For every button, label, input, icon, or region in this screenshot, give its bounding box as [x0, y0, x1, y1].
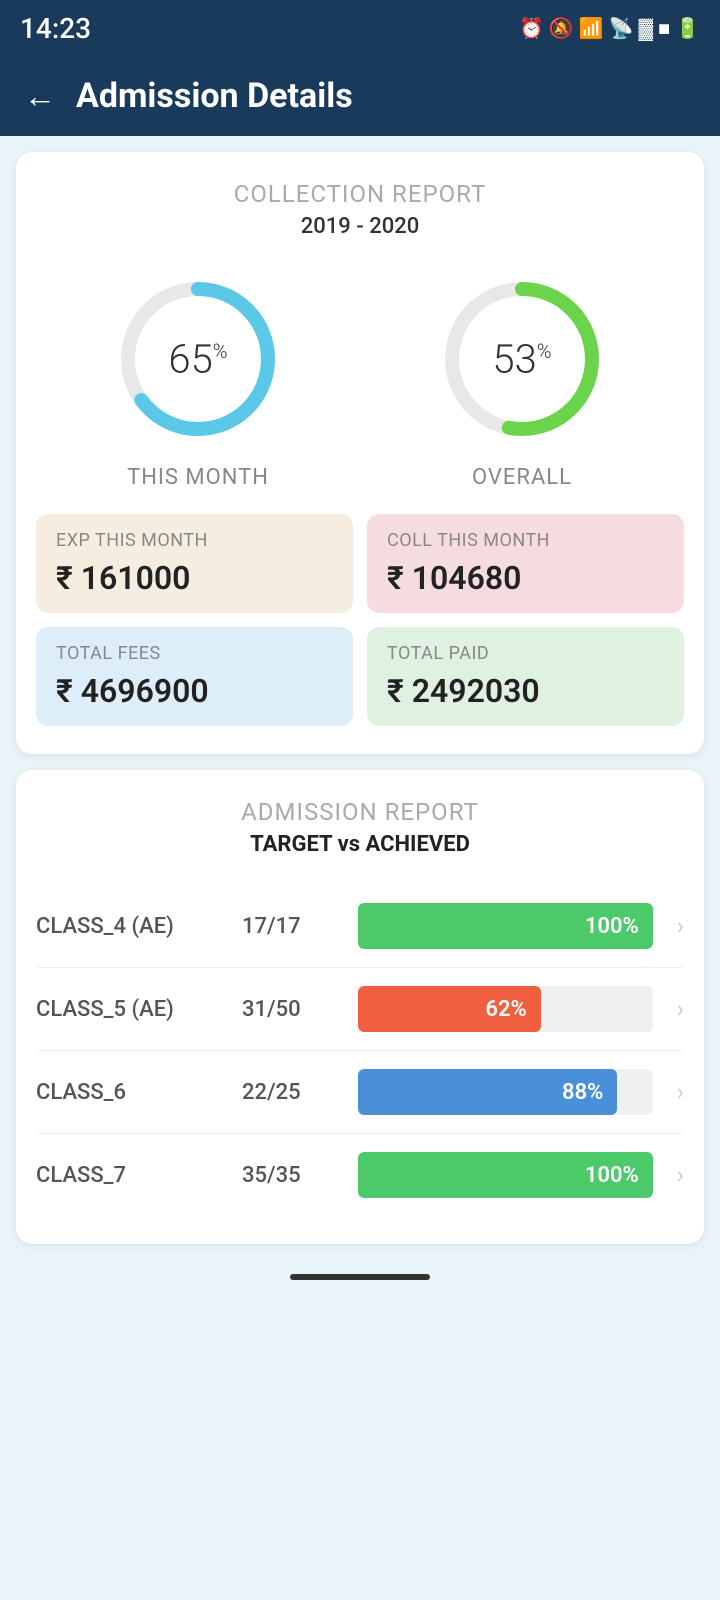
overall-percent-label: 53% [492, 336, 551, 383]
class4-chevron-icon: › [677, 912, 684, 940]
admission-row-class4[interactable]: CLASS_4 (AE) 17/17 100% › [36, 885, 684, 968]
admission-row-class6[interactable]: CLASS_6 22/25 88% › [36, 1051, 684, 1134]
this-month-label: THIS MONTH [127, 465, 269, 490]
stats-grid: EXP THIS MONTH ₹ 161000 COLL THIS MONTH … [36, 514, 684, 726]
class7-bar-container: 100% [358, 1152, 653, 1198]
stat-exp-this-month: EXP THIS MONTH ₹ 161000 [36, 514, 353, 613]
stat-exp-label: EXP THIS MONTH [56, 530, 333, 551]
class6-count: 22/25 [242, 1080, 342, 1105]
class7-pct: 100% [585, 1163, 639, 1188]
class4-label: CLASS_4 (AE) [36, 914, 226, 939]
stat-coll-label: COLL THIS MONTH [387, 530, 664, 551]
this-month-donut: 65% [108, 269, 288, 449]
status-time: 14:23 [20, 12, 91, 45]
admission-report-title: ADMISSION REPORT [36, 798, 684, 826]
admission-row-class5[interactable]: CLASS_5 (AE) 31/50 62% › [36, 968, 684, 1051]
overall-label: OVERALL [472, 465, 572, 490]
back-button[interactable]: ← [24, 77, 56, 115]
class4-count: 17/17 [242, 914, 342, 939]
class4-bar: 100% [358, 903, 653, 949]
stat-total-paid: TOTAL PAID ₹ 2492030 [367, 627, 684, 726]
this-month-chart: 65% THIS MONTH [108, 269, 288, 490]
stat-fees-label: TOTAL FEES [56, 643, 333, 664]
class5-label: CLASS_5 (AE) [36, 997, 226, 1022]
class6-bar: 88% [358, 1069, 617, 1115]
charts-row: 65% THIS MONTH 53% OVERALL [36, 269, 684, 490]
class4-pct: 100% [585, 914, 639, 939]
class6-pct: 88% [562, 1080, 603, 1105]
class5-bar-container: 62% [358, 986, 653, 1032]
stat-paid-value: ₹ 2492030 [387, 672, 664, 710]
class6-bar-container: 88% [358, 1069, 653, 1115]
stat-total-fees: TOTAL FEES ₹ 4696900 [36, 627, 353, 726]
page-title: Admission Details [76, 76, 353, 116]
overall-donut: 53% [432, 269, 612, 449]
admission-report-card: ADMISSION REPORT TARGET vs ACHIEVED CLAS… [16, 770, 704, 1244]
class4-bar-container: 100% [358, 903, 653, 949]
overall-chart: 53% OVERALL [432, 269, 612, 490]
class5-pct: 62% [485, 997, 526, 1022]
status-bar: 14:23 ⏰ 🔕 📶 📡 ▓ ■ 🔋 [0, 0, 720, 56]
admission-report-subtitle: TARGET vs ACHIEVED [36, 832, 684, 857]
collection-report-year: 2019 - 2020 [36, 214, 684, 239]
class6-label: CLASS_6 [36, 1080, 226, 1105]
class7-chevron-icon: › [677, 1161, 684, 1189]
class7-label: CLASS_7 [36, 1163, 226, 1188]
collection-report-title: COLLECTION REPORT [36, 180, 684, 208]
class6-chevron-icon: › [677, 1078, 684, 1106]
stat-paid-label: TOTAL PAID [387, 643, 664, 664]
home-indicator [0, 1260, 720, 1294]
main-content: COLLECTION REPORT 2019 - 2020 65% TH [0, 152, 720, 1244]
stat-coll-value: ₹ 104680 [387, 559, 664, 597]
admission-row-class7[interactable]: CLASS_7 35/35 100% › [36, 1134, 684, 1216]
class7-bar: 100% [358, 1152, 653, 1198]
home-bar [290, 1274, 430, 1280]
class5-bar: 62% [358, 986, 541, 1032]
stat-coll-this-month: COLL THIS MONTH ₹ 104680 [367, 514, 684, 613]
class5-chevron-icon: › [677, 995, 684, 1023]
this-month-percent-label: 65% [168, 336, 227, 383]
status-icons: ⏰ 🔕 📶 📡 ▓ ■ 🔋 [519, 16, 700, 41]
class7-count: 35/35 [242, 1163, 342, 1188]
collection-report-card: COLLECTION REPORT 2019 - 2020 65% TH [16, 152, 704, 754]
stat-exp-value: ₹ 161000 [56, 559, 333, 597]
app-header: ← Admission Details [0, 56, 720, 136]
class5-count: 31/50 [242, 997, 342, 1022]
stat-fees-value: ₹ 4696900 [56, 672, 333, 710]
